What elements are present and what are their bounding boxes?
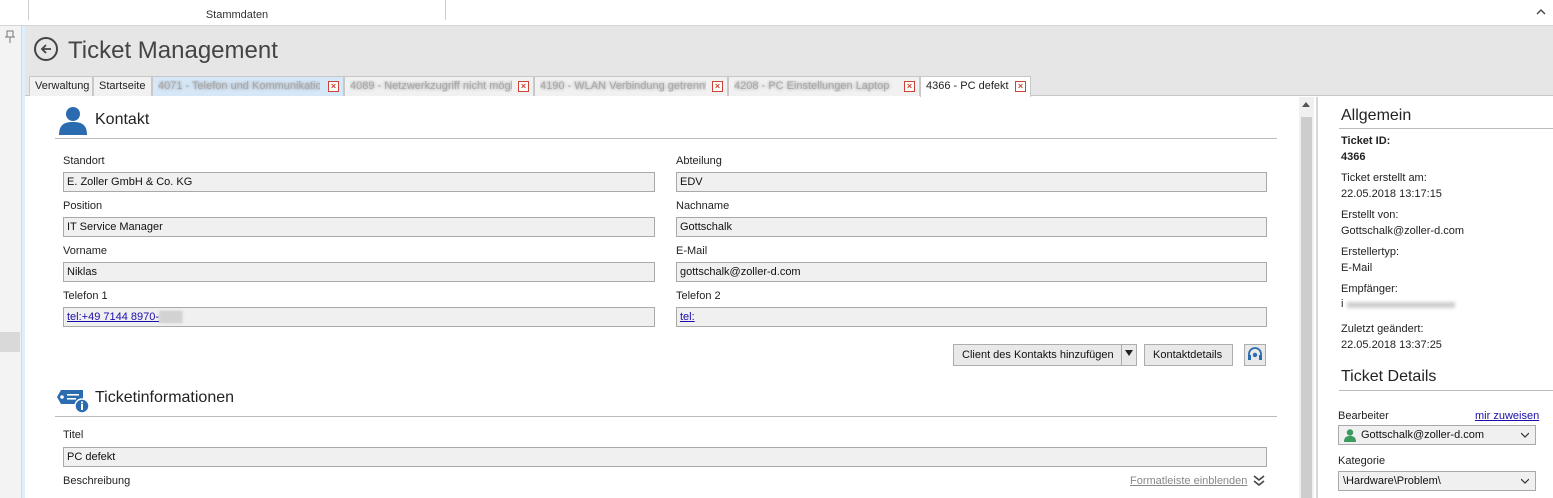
contact-details-button-label: Kontaktdetails [1153, 349, 1223, 361]
chevron-down-icon[interactable] [1121, 345, 1136, 365]
created-by-value: Gottschalk@zoller-d.com [1341, 225, 1465, 237]
label-nachname: Nachname [676, 200, 730, 212]
kategorie-value: \Hardware\Problem\ [1343, 475, 1441, 487]
position-field[interactable]: IT Service Manager [63, 217, 655, 237]
add-client-button[interactable]: Client des Kontakts hinzufügen [953, 344, 1137, 366]
bearbeiter-value: Gottschalk@zoller-d.com [1361, 429, 1485, 441]
ribbon-group-stammdaten: Stammdaten [28, 0, 446, 21]
standort-field[interactable]: E. Zoller GmbH & Co. KG [63, 172, 655, 192]
tab-label: 4366 - PC defekt [926, 80, 1009, 92]
tab-label: 4190 - WLAN Verbindung getrennt [540, 80, 706, 92]
form-scrollbar[interactable] [1299, 97, 1314, 498]
tab-close-icon[interactable]: × [328, 81, 339, 92]
back-arrow-icon[interactable] [34, 37, 58, 61]
contact-details-button[interactable]: Kontaktdetails [1144, 344, 1233, 366]
ticket-info-icon [55, 386, 91, 414]
tab-ticket-4071[interactable]: 4071 - Telefon und Kommunikation × [152, 76, 344, 96]
section-heading-ticketinformationen: Ticketinformationen [95, 389, 235, 406]
ticket-sidebar: Allgemein Ticket ID: 4366 Ticket erstell… [1319, 97, 1553, 498]
title-band: Ticket Management [25, 26, 1553, 74]
redacted-recipient [1347, 302, 1455, 308]
tab-label: Startseite [99, 80, 146, 92]
tab-label: 4208 - PC Einstellungen Laptop [734, 80, 890, 92]
nachname-field[interactable]: Gottschalk [676, 217, 1267, 237]
label-position: Position [63, 200, 103, 212]
left-dock-strip [0, 26, 22, 498]
ribbon: Stammdaten [0, 0, 1553, 26]
panel-splitter[interactable] [1316, 97, 1318, 498]
tab-ticket-4089[interactable]: 4089 - Netzwerkzugriff nicht möglich × [344, 76, 534, 96]
tab-startseite[interactable]: Startseite [93, 76, 152, 96]
kategorie-select[interactable]: \Hardware\Problem\ [1338, 471, 1536, 491]
tab-ticket-4190[interactable]: 4190 - WLAN Verbindung getrennt × [534, 76, 728, 96]
label-vorname: Vorname [63, 245, 108, 257]
section-divider [55, 416, 1277, 417]
assign-to-me-link[interactable]: mir zuweisen [1475, 410, 1539, 422]
pin-icon[interactable] [3, 30, 17, 44]
ticket-id-label: Ticket ID: [1341, 135, 1391, 147]
tab-close-icon[interactable]: × [518, 81, 529, 92]
tab-close-icon[interactable]: × [904, 81, 915, 92]
created-label: Ticket erstellt am: [1341, 172, 1427, 184]
section-divider [1339, 128, 1553, 129]
section-divider [55, 138, 1277, 139]
document-tab-strip: Verwaltung Startseite 4071 - Telefon und… [25, 74, 1553, 97]
tab-verwaltung[interactable]: Verwaltung [29, 76, 93, 96]
tab-label: Verwaltung [35, 80, 90, 92]
tab-close-icon[interactable]: × [712, 81, 723, 92]
tab-close-icon[interactable]: × [1015, 81, 1026, 92]
created-value: 22.05.2018 13:17:15 [1341, 188, 1442, 200]
person-icon [57, 104, 89, 136]
tab-label: 4089 - Netzwerkzugriff nicht möglich [350, 80, 512, 92]
dock-tab-handle[interactable] [0, 332, 20, 352]
telefon2-link[interactable]: tel: [680, 311, 695, 323]
ribbon-group-label: Stammdaten [205, 9, 269, 21]
label-titel: Titel [63, 429, 84, 441]
creator-type-value: E-Mail [1341, 262, 1373, 274]
created-by-label: Erstellt von: [1341, 209, 1399, 221]
label-email: E-Mail [676, 245, 708, 257]
creator-type-label: Erstellertyp: [1341, 246, 1400, 258]
chevron-down-icon [1521, 478, 1529, 484]
telefon1-link[interactable]: tel:+49 7144 8970- [67, 311, 159, 323]
email-field[interactable]: gottschalk@zoller-d.com [676, 262, 1267, 282]
tab-ticket-4366[interactable]: 4366 - PC defekt × [920, 76, 1031, 97]
label-standort: Standort [63, 155, 105, 167]
recipient-value: i [1341, 298, 1344, 310]
abteilung-field[interactable]: EDV [676, 172, 1267, 192]
label-beschreibung: Beschreibung [63, 475, 131, 487]
ribbon-collapse-icon[interactable] [1535, 6, 1547, 18]
tab-ticket-4208[interactable]: 4208 - PC Einstellungen Laptop × [728, 76, 920, 96]
kategorie-label: Kategorie [1338, 455, 1386, 467]
redacted-digits: ▒▒▒ [159, 311, 183, 323]
headset-icon[interactable] [1244, 344, 1266, 366]
titel-field[interactable]: PC defekt [63, 447, 1267, 467]
telefon2-field[interactable]: tel: [676, 307, 1267, 327]
ticket-id-value: 4366 [1341, 151, 1366, 163]
person-icon [1344, 429, 1356, 442]
page-title: Ticket Management [68, 37, 278, 64]
section-heading-ticket-details: Ticket Details [1341, 368, 1437, 385]
section-heading-allgemein: Allgemein [1341, 107, 1412, 124]
telefon1-field[interactable]: tel:+49 7144 8970-▒▒▒ [63, 307, 655, 327]
tab-label: 4071 - Telefon und Kommunikation [158, 80, 320, 92]
label-abteilung: Abteilung [676, 155, 722, 167]
double-chevron-down-icon[interactable] [1252, 474, 1266, 488]
scroll-up-icon[interactable] [1302, 102, 1310, 107]
scrollbar-thumb[interactable] [1301, 117, 1312, 498]
label-telefon1: Telefon 1 [63, 290, 108, 302]
show-format-bar-link[interactable]: Formatleiste einblenden [1130, 475, 1247, 487]
bearbeiter-select[interactable]: Gottschalk@zoller-d.com [1338, 425, 1536, 445]
vorname-field[interactable]: Niklas [63, 262, 655, 282]
bearbeiter-label: Bearbeiter [1338, 410, 1389, 422]
changed-value: 22.05.2018 13:37:25 [1341, 339, 1442, 351]
ticket-form: Kontakt Standort E. Zoller GmbH & Co. KG… [25, 97, 1297, 498]
recipient-label: Empfänger: [1341, 283, 1398, 295]
chevron-down-icon [1521, 432, 1529, 438]
add-client-button-label: Client des Kontakts hinzufügen [962, 349, 1114, 361]
section-heading-kontakt: Kontakt [95, 111, 150, 128]
section-divider [1339, 390, 1553, 391]
changed-label: Zuletzt geändert: [1341, 323, 1424, 335]
label-telefon2: Telefon 2 [676, 290, 721, 302]
